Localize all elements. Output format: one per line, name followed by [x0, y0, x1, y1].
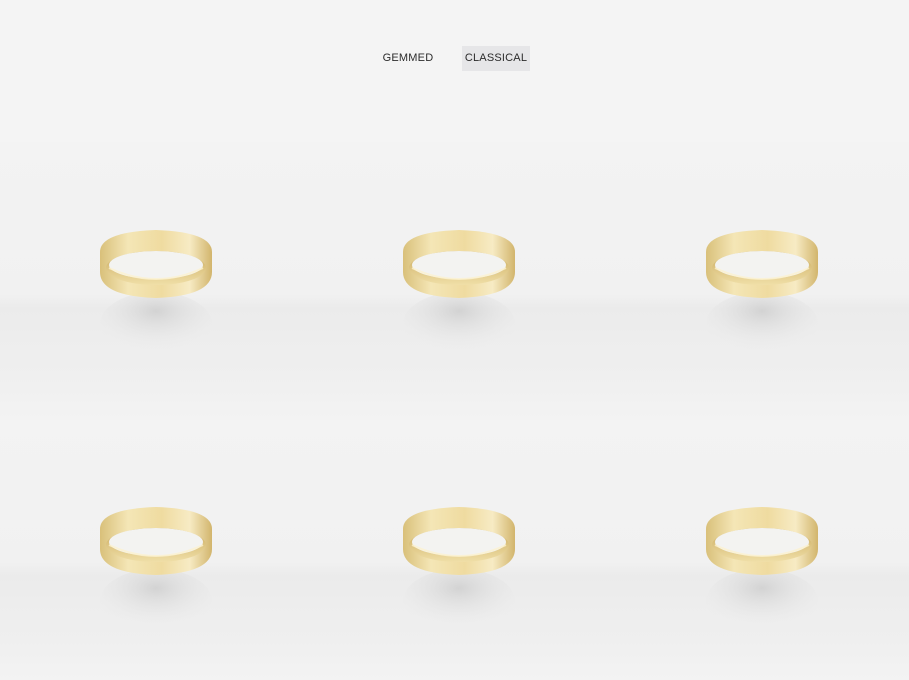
product-tile-6[interactable] — [606, 419, 909, 680]
gold-ring-image — [403, 507, 515, 633]
product-tile-5[interactable] — [303, 419, 606, 680]
filter-bar: GEMMED CLASSICAL — [0, 0, 909, 142]
product-grid — [0, 142, 909, 680]
gold-ring-image — [403, 230, 515, 356]
product-tile-4[interactable] — [0, 419, 303, 680]
gold-ring-image — [100, 507, 212, 633]
filter-tab-classical[interactable]: CLASSICAL — [462, 46, 530, 71]
product-tile-2[interactable] — [303, 142, 606, 419]
gold-ring-image — [706, 507, 818, 633]
gold-ring-image — [706, 230, 818, 356]
filter-tab-gemmed[interactable]: GEMMED — [377, 46, 439, 71]
gold-ring-image — [100, 230, 212, 356]
product-tile-3[interactable] — [606, 142, 909, 419]
product-tile-1[interactable] — [0, 142, 303, 419]
ring-gallery-page: GEMMED CLASSICAL — [0, 0, 909, 680]
